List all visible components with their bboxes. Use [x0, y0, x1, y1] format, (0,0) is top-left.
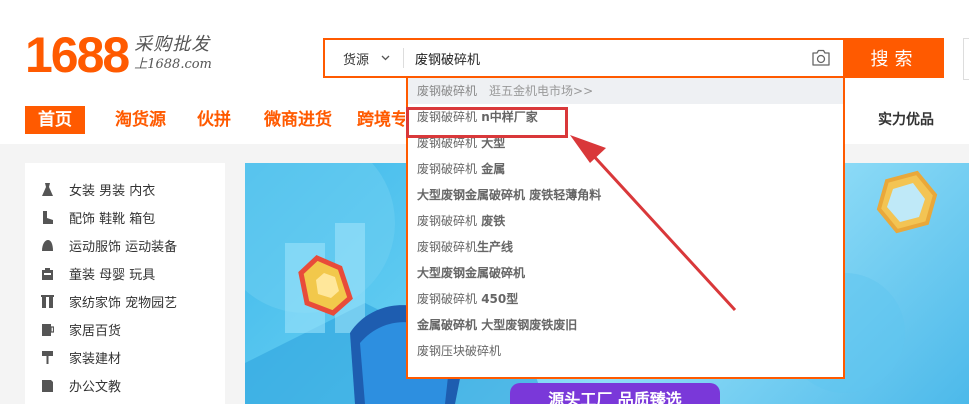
book-icon	[41, 379, 54, 392]
search-divider	[403, 48, 404, 68]
category-label: 女装 男装 内衣	[69, 183, 156, 199]
suggestion-text: 废钢破碎机	[417, 136, 478, 150]
header-right-edge	[963, 38, 969, 80]
chevron-down-icon	[381, 53, 390, 64]
category-item[interactable]: 家纺家饰 宠物园艺	[25, 287, 225, 315]
category-item[interactable]: 办公文教	[25, 371, 225, 399]
baby-icon	[41, 267, 54, 280]
logo-slogan: 采购批发	[134, 34, 211, 55]
suggestion-suffix: 生产线	[477, 240, 514, 254]
suggestion-item[interactable]: 金属破碎机 大型废钢废铁废旧	[408, 312, 843, 338]
category-item[interactable]: 女装 男装 内衣	[25, 175, 225, 203]
logo-url: 上1688.com	[134, 57, 212, 72]
suggestion-text: 废钢破碎机	[417, 292, 478, 306]
dress-icon	[41, 182, 54, 196]
logo-text: 采购批发 上1688.com	[134, 34, 212, 74]
category-label: 家装建材	[69, 351, 122, 367]
nav-item-kuajing[interactable]: 跨境专	[357, 106, 405, 134]
suggestion-suffix: 废铁	[477, 214, 506, 228]
logo[interactable]: 1688 采购批发 上1688.com	[25, 30, 212, 80]
suggestion-item[interactable]: 废钢破碎机 逛五金机电市场>>	[408, 78, 843, 104]
helmet-icon	[41, 239, 54, 252]
search-type-label: 货源	[343, 52, 370, 68]
banner-caption: 源头工厂 品质臻选	[510, 383, 720, 404]
search-input[interactable]	[409, 42, 799, 74]
category-sidebar: 女装 男装 内衣 配饰 鞋靴 箱包 运动服饰 运动装备 童装 母婴 玩具 家纺家…	[25, 163, 225, 404]
nav-item-shili[interactable]: 实力优品	[878, 106, 934, 134]
category-label: 办公文教	[69, 379, 122, 395]
search-type-select[interactable]: 货源	[325, 40, 403, 76]
category-item[interactable]: 童装 母婴 玩具	[25, 259, 225, 287]
suggestion-text: 大型废钢金属破碎机	[417, 188, 526, 202]
suggestion-text: 大型废钢金属破碎机	[417, 266, 526, 280]
suggestion-suffix: 金属	[477, 162, 506, 176]
suggestion-text: 金属破碎机	[417, 318, 478, 332]
suggestion-item[interactable]: 废钢破碎机生产线	[408, 234, 843, 260]
suggestion-suffix: 大型废钢废铁废旧	[477, 318, 578, 332]
suggestion-item[interactable]: 大型废钢金属破碎机 废铁轻薄角料	[408, 182, 843, 208]
nav-item-home[interactable]: 首页	[25, 106, 85, 134]
cup-icon	[41, 323, 54, 336]
page: 1688 采购批发 上1688.com 货源 搜索	[0, 0, 969, 404]
category-label: 家居百货	[69, 323, 122, 339]
suggestion-text: 废钢压块破碎机	[417, 344, 502, 358]
suggestion-suffix: 450型	[477, 292, 519, 306]
category-label: 童装 母婴 玩具	[69, 267, 156, 283]
category-label: 配饰 鞋靴 箱包	[69, 211, 156, 227]
suggestion-text: 废钢破碎机	[417, 110, 478, 124]
suggestion-item[interactable]: 废钢破碎机 450型	[408, 286, 843, 312]
suggestion-text: 废钢破碎机	[417, 84, 478, 98]
boot-icon	[41, 210, 54, 224]
curtain-icon	[41, 294, 54, 308]
suggestion-item[interactable]: 废钢破碎机 金属	[408, 156, 843, 182]
suggestion-text: 废钢破碎机	[417, 162, 478, 176]
search-suggestion-dropdown: 废钢破碎机 逛五金机电市场>> 废钢破碎机 n中样厂家 废钢破碎机 大型 废钢破碎…	[406, 78, 845, 379]
suggestion-suffix: 废铁轻薄角料	[525, 188, 602, 202]
category-label: 运动服饰 运动装备	[69, 239, 178, 255]
category-label: 家纺家饰 宠物园艺	[69, 295, 178, 311]
nav-item-huopin[interactable]: 伙拼	[197, 106, 231, 134]
nav-item-weishang[interactable]: 微商进货	[264, 106, 332, 134]
suggestion-item[interactable]: 废钢破碎机 废铁	[408, 208, 843, 234]
logo-number: 1688	[25, 27, 130, 83]
search-box: 货源	[323, 38, 845, 78]
category-item[interactable]: 运动服饰 运动装备	[25, 231, 225, 259]
suggestion-suffix: n中样厂家	[477, 110, 538, 124]
market-link[interactable]: 逛五金机电市场>>	[489, 84, 593, 98]
search-button[interactable]: 搜索	[845, 38, 944, 78]
suggestion-text: 废钢破碎机	[417, 214, 478, 228]
suggestion-item[interactable]: 大型废钢金属破碎机	[408, 260, 843, 286]
category-item[interactable]: 家居百货	[25, 315, 225, 343]
camera-icon[interactable]	[810, 48, 832, 68]
suggestion-item[interactable]: 废钢压块破碎机	[408, 338, 843, 364]
nav-item-taohuoyuan[interactable]: 淘货源	[115, 106, 166, 134]
suggestion-item[interactable]: 废钢破碎机 大型	[408, 130, 843, 156]
category-item[interactable]: 配饰 鞋靴 箱包	[25, 203, 225, 231]
suggestion-suffix: 大型	[477, 136, 506, 150]
suggestion-text: 废钢破碎机	[417, 240, 478, 254]
roller-icon	[41, 350, 54, 364]
suggestion-item[interactable]: 废钢破碎机 n中样厂家	[408, 104, 843, 130]
category-item[interactable]: 家装建材	[25, 343, 225, 371]
